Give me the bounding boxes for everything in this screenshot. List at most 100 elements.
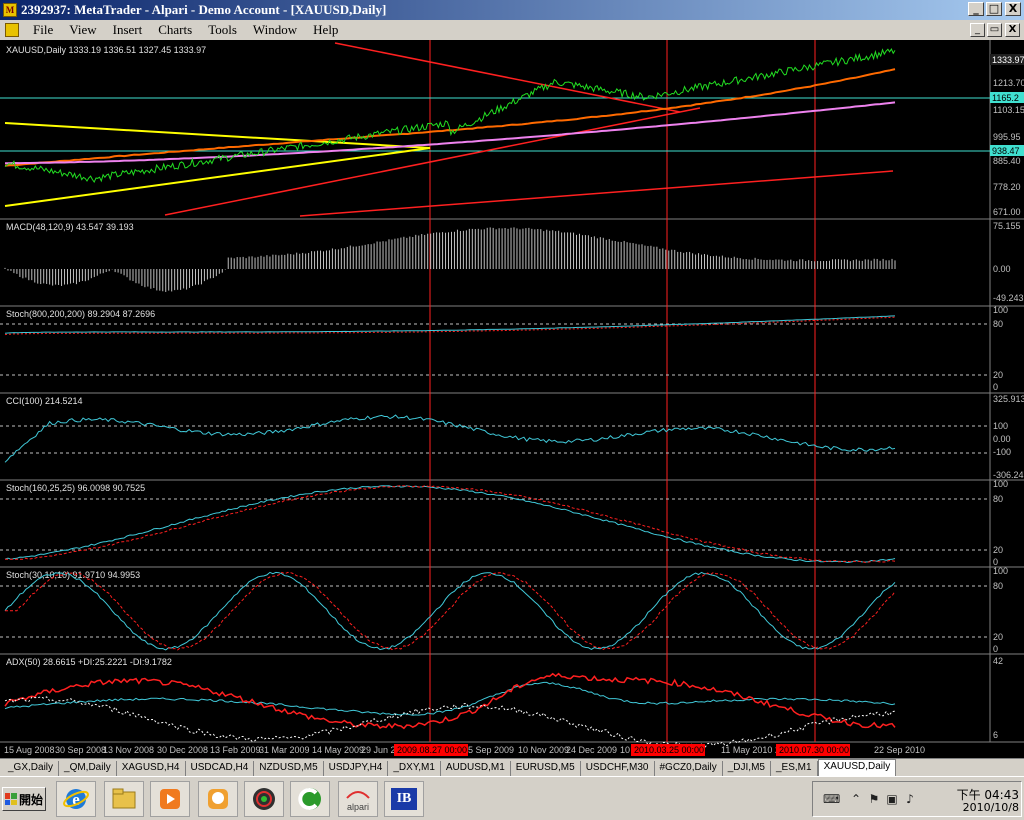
date-tag: 2010.03.25 00:00 bbox=[634, 745, 704, 755]
macd-level-label: 0.00 bbox=[993, 264, 1011, 274]
price-axis-label: 1213.70 bbox=[993, 78, 1024, 88]
chart-canvas[interactable]: XAUUSD,Daily 1333.19 1336.51 1327.45 133… bbox=[0, 40, 1024, 758]
start-button[interactable]: 開始 bbox=[2, 787, 46, 811]
stoch-800-level-label: 20 bbox=[993, 370, 1003, 380]
time-axis-label: 11 May 2010 bbox=[721, 745, 772, 755]
network-icon[interactable]: ▣ bbox=[885, 792, 899, 806]
symbol-header: XAUUSD,Daily 1333.19 1336.51 1327.45 133… bbox=[6, 45, 206, 55]
macd-level-label: -49.243 bbox=[993, 293, 1024, 303]
tab-qm-daily[interactable]: _QM,Daily bbox=[59, 761, 117, 776]
time-axis-label: 24 Dec 2009 bbox=[566, 745, 617, 755]
cci-level-label: -100 bbox=[993, 447, 1011, 457]
file-explorer-button[interactable] bbox=[104, 781, 144, 817]
date-tag: 2009.08.27 00:00 bbox=[397, 745, 467, 755]
keyboard-icon[interactable]: ⌨ bbox=[823, 792, 840, 806]
taskbar: 開始 e alpari IB ⌨ ⌃ ⚑ ▣ ♪ 下午 04:43 2010/1… bbox=[0, 776, 1024, 820]
price-axis-label: 995.95 bbox=[993, 132, 1021, 142]
alpari-button[interactable]: alpari bbox=[338, 781, 378, 817]
trendline-base bbox=[299, 170, 894, 217]
browser-button[interactable] bbox=[290, 781, 330, 817]
tab-audusd-m1[interactable]: AUDUSD,M1 bbox=[441, 761, 511, 776]
stoch-800-level-label: 0 bbox=[993, 382, 998, 392]
cci-level-label: 100 bbox=[993, 421, 1008, 431]
tab-usdcad-h4[interactable]: USDCAD,H4 bbox=[186, 761, 255, 776]
menu-window[interactable]: Window bbox=[245, 22, 305, 38]
messenger-icon bbox=[208, 789, 228, 809]
metatrader-app-icon[interactable]: M bbox=[3, 3, 17, 17]
stoch-30-level-label: 20 bbox=[993, 632, 1003, 642]
minus-di-line bbox=[4, 696, 896, 750]
chart-minimize-button[interactable]: _ bbox=[970, 23, 985, 37]
stoch-30-main-line bbox=[4, 571, 896, 651]
stoch-30-level-label: 80 bbox=[993, 581, 1003, 591]
chevron-up-icon[interactable]: ⌃ bbox=[849, 792, 863, 806]
tab-xagusd-h4[interactable]: XAGUSD,H4 bbox=[117, 761, 186, 776]
stoch-30-level-label: 0 bbox=[993, 644, 998, 654]
title-bar[interactable]: M 2392937: MetaTrader - Alpari - Demo Ac… bbox=[0, 0, 1024, 20]
tab-usdjpy-h4[interactable]: USDJPY,H4 bbox=[324, 761, 389, 776]
menu-file[interactable]: File bbox=[25, 22, 61, 38]
minimize-button[interactable]: _ bbox=[968, 2, 984, 16]
tab-gcz0-daily[interactable]: #GCZ0,Daily bbox=[655, 761, 723, 776]
speaker-icon[interactable]: ♪ bbox=[903, 792, 917, 806]
macd-histogram bbox=[4, 227, 896, 292]
tab-dxy-m1[interactable]: _DXY,M1 bbox=[388, 761, 441, 776]
time-axis-label: 10 Nov 2009 bbox=[518, 745, 569, 755]
internet-explorer-button[interactable]: e bbox=[56, 781, 96, 817]
adx-level-label: 6 bbox=[993, 730, 998, 740]
macd-level-label: 75.155 bbox=[993, 221, 1021, 231]
date-tag: 2010.07.30 00:00 bbox=[779, 745, 849, 755]
document-icon[interactable] bbox=[5, 23, 19, 37]
close-button[interactable]: X bbox=[1005, 2, 1021, 16]
tab-nzdusd-m5[interactable]: NZDUSD,M5 bbox=[254, 761, 324, 776]
menu-insert[interactable]: Insert bbox=[105, 22, 151, 38]
tab-es-m1[interactable]: _ES,M1 bbox=[771, 761, 818, 776]
chart-window[interactable]: XAUUSD,Daily 1333.19 1336.51 1327.45 133… bbox=[0, 40, 1024, 758]
metatrader-window: M 2392937: MetaTrader - Alpari - Demo Ac… bbox=[0, 0, 1024, 820]
ib-button[interactable]: IB bbox=[384, 781, 424, 817]
menu-help[interactable]: Help bbox=[305, 22, 346, 38]
stoch-30-signal-line bbox=[5, 571, 896, 651]
chart-tabs: _GX,Daily _QM,Daily XAGUSD,H4 USDCAD,H4 … bbox=[0, 758, 1024, 776]
messenger-button[interactable] bbox=[198, 781, 238, 817]
alpari-label: alpari bbox=[346, 802, 369, 812]
adx-line bbox=[4, 681, 896, 716]
stoch-160-title: Stoch(160,25,25) 96.0098 90.7525 bbox=[6, 483, 145, 493]
tab-eurusd-m5[interactable]: EURUSD,M5 bbox=[511, 761, 581, 776]
plus-di-line bbox=[4, 672, 896, 730]
tab-usdchf-m30[interactable]: USDCHF,M30 bbox=[581, 761, 655, 776]
media-player-button[interactable] bbox=[150, 781, 190, 817]
internet-explorer-icon: e bbox=[63, 789, 89, 809]
tab-xauusd-daily[interactable]: XAUUSD,Daily bbox=[817, 759, 897, 776]
system-tray: ⌨ ⌃ ⚑ ▣ ♪ 下午 04:43 2010/10/8 bbox=[812, 781, 1022, 817]
stoch-800-level-label: 100 bbox=[993, 305, 1008, 315]
price-axis-label: 778.20 bbox=[993, 182, 1021, 192]
menu-view[interactable]: View bbox=[61, 22, 104, 38]
chart-close-button[interactable]: X bbox=[1005, 23, 1020, 37]
macd-title: MACD(48,120,9) 43.547 39.193 bbox=[6, 222, 134, 232]
stoch-30-title: Stoch(30,10,10) 91.9710 94.9953 bbox=[6, 570, 140, 580]
time-axis-label: 15 Aug 2008 bbox=[4, 745, 55, 755]
menu-tools[interactable]: Tools bbox=[200, 22, 245, 38]
stoch-800-title: Stoch(800,200,200) 89.2904 87.2696 bbox=[6, 309, 155, 319]
tab-dji-m5[interactable]: _DJI,M5 bbox=[723, 761, 771, 776]
chart-restore-button[interactable]: ▭ bbox=[987, 23, 1002, 37]
tab-gx-daily[interactable]: _GX,Daily bbox=[0, 761, 60, 776]
alpari-logo-icon bbox=[346, 791, 370, 799]
windows-logo-icon bbox=[4, 793, 17, 805]
time-axis-label: 13 Feb 2009 bbox=[210, 745, 261, 755]
price-axis-label: 885.40 bbox=[993, 156, 1021, 166]
folder-icon bbox=[112, 788, 136, 809]
ib-label: IB bbox=[391, 788, 417, 810]
chart-app-button[interactable] bbox=[244, 781, 284, 817]
start-label: 開始 bbox=[18, 792, 43, 807]
flag-icon[interactable]: ⚑ bbox=[867, 792, 881, 806]
maximize-button[interactable]: □ bbox=[986, 2, 1002, 16]
stoch-160-signal-line bbox=[5, 485, 896, 564]
clock-date[interactable]: 2010/10/8 bbox=[939, 801, 1019, 814]
price-axis-label: 1103.15 bbox=[993, 105, 1024, 115]
time-axis-label: 14 May 2009 bbox=[312, 745, 364, 755]
stoch-160-level-label: 20 bbox=[993, 545, 1003, 555]
menu-charts[interactable]: Charts bbox=[150, 22, 200, 38]
price-tag: 1333.97 bbox=[992, 55, 1024, 65]
